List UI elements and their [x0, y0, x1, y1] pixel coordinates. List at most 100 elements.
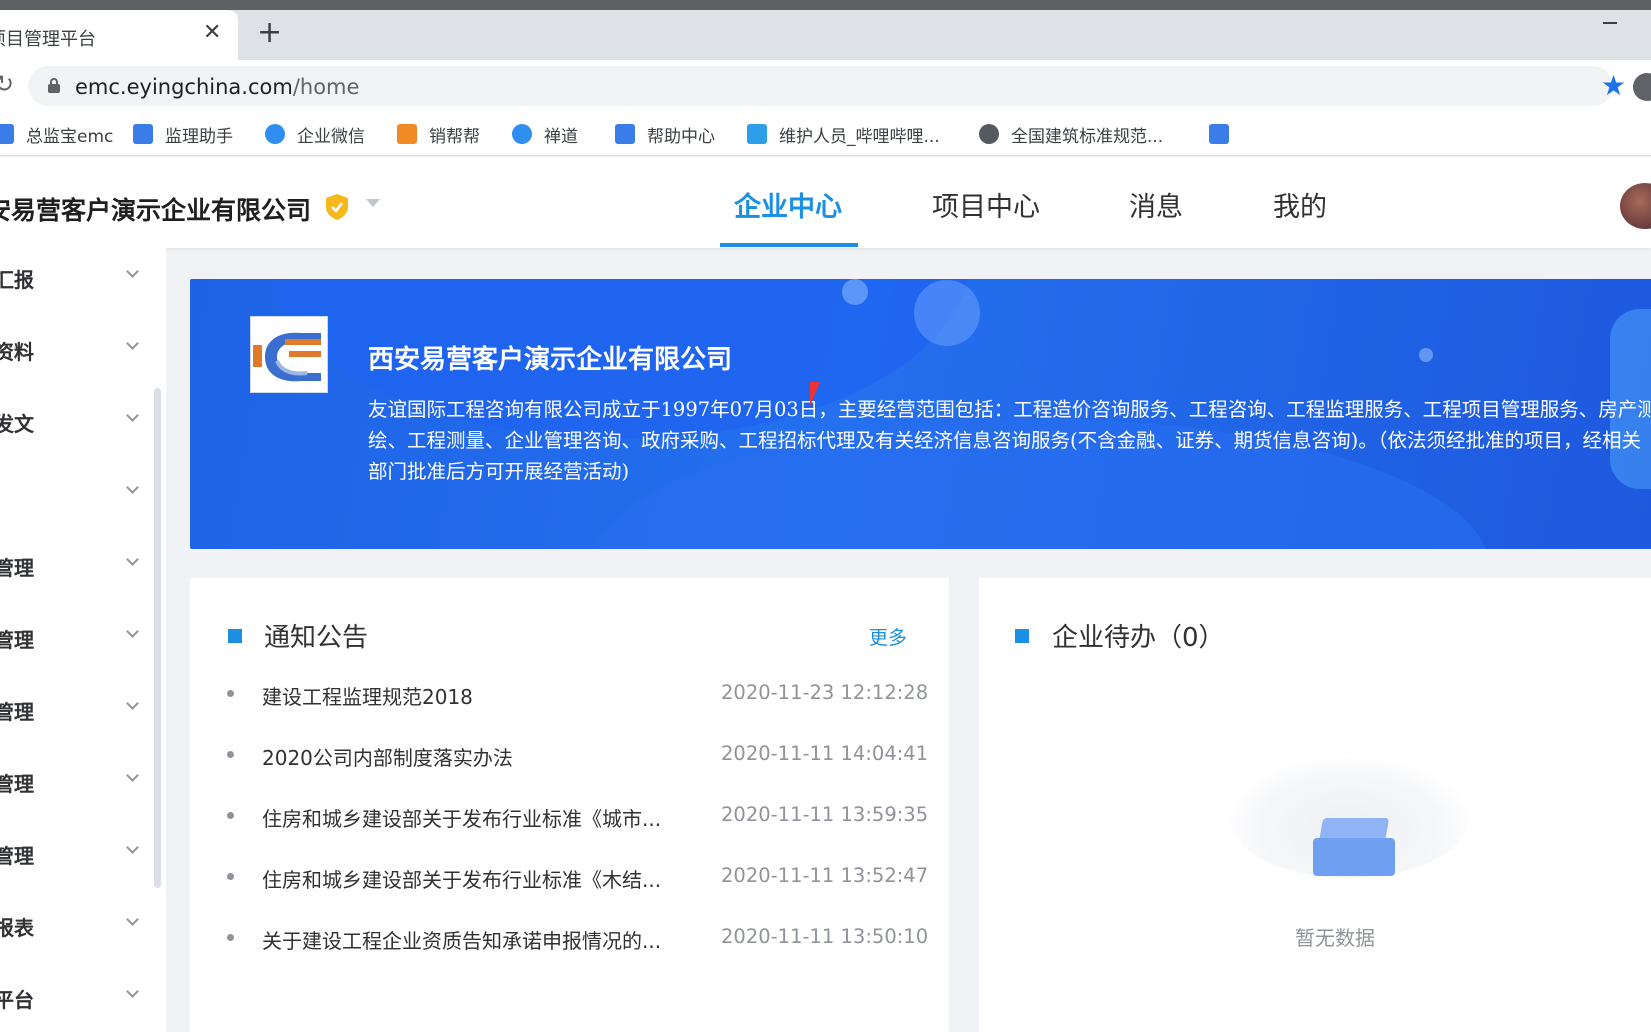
minimize-icon[interactable] — [1603, 22, 1617, 24]
notice-time: 2020-11-11 13:59:35 — [721, 803, 929, 826]
bookmark-item[interactable]: 禅道 — [512, 123, 578, 147]
sidebar-item[interactable]: 平台 — [0, 976, 160, 1016]
notice-time: 2020-11-23 12:12:28 — [721, 681, 929, 704]
company-banner: 西安易营客户演示企业有限公司 友谊国际工程咨询有限公司成立于1997年07月03… — [190, 279, 1651, 549]
empty-illustration — [1229, 748, 1469, 918]
bookmark-item[interactable]: 总监宝emc — [0, 123, 113, 147]
sidebar-item[interactable]: 管理 — [0, 544, 160, 584]
address-bar: ↻ emc.eyingchina.com/home ★ — [0, 60, 1651, 112]
window-titlebar — [0, 0, 1651, 10]
tab-title: 项目管理平台 — [0, 29, 96, 50]
bookmark-item[interactable]: 监理助手 — [133, 123, 233, 147]
nav-active-indicator — [720, 243, 858, 247]
notice-time: 2020-11-11 13:52:47 — [721, 864, 929, 887]
notice-title: 建设工程监理规范2018 — [262, 685, 473, 709]
bookmark-icon — [512, 124, 532, 144]
url-host: emc.eyingchina.com — [75, 75, 293, 99]
chevron-down-icon — [126, 841, 139, 854]
notice-title: 住房和城乡建设部关于发布行业标准《木结... — [262, 868, 662, 892]
sidebar-item[interactable]: 发文 — [0, 400, 160, 440]
wechat-work-icon — [265, 124, 285, 144]
avatar[interactable] — [1620, 183, 1651, 229]
chevron-down-icon — [126, 265, 139, 278]
chevron-down-icon — [126, 337, 139, 350]
section-marker — [1015, 629, 1029, 643]
sidebar-item[interactable]: 管理 — [0, 832, 160, 872]
url-input[interactable]: emc.eyingchina.com/home ★ — [28, 66, 1626, 106]
list-item[interactable]: 建设工程监理规范2018 2020-11-23 12:12:28 — [190, 673, 949, 713]
chevron-down-icon — [126, 553, 139, 566]
lock-icon — [48, 78, 60, 93]
reload-icon[interactable]: ↻ — [0, 70, 14, 98]
chevron-down-icon[interactable] — [366, 199, 380, 207]
globe-icon — [979, 124, 999, 144]
nav-enterprise-center[interactable]: 企业中心 — [734, 185, 842, 224]
chevron-down-icon — [126, 481, 139, 494]
browser-tab[interactable]: 项目管理平台 ✕ — [0, 10, 238, 60]
company-logo — [250, 316, 328, 393]
notices-title: 通知公告 — [264, 623, 369, 653]
company-name[interactable]: 安易营客户演示企业有限公司 — [0, 191, 311, 227]
bullet-icon — [227, 690, 234, 697]
profile-icon[interactable] — [1633, 73, 1651, 101]
bullet-icon — [227, 873, 234, 880]
app-header: 安易营客户演示企业有限公司 企业中心 项目中心 消息 我的 — [0, 157, 1651, 248]
todo-card: 企业待办（0） 暂无数据 — [979, 578, 1651, 1032]
notice-title: 住房和城乡建设部关于发布行业标准《城市... — [262, 807, 662, 831]
bookmark-item[interactable]: 企业微信 — [265, 123, 365, 147]
new-tab-button[interactable]: + — [257, 18, 282, 48]
notice-time: 2020-11-11 14:04:41 — [721, 742, 929, 765]
sidebar-item[interactable] — [0, 472, 160, 512]
bookmark-icon — [615, 124, 635, 144]
chevron-down-icon — [126, 697, 139, 710]
bookmark-icon — [133, 124, 153, 144]
banner-decoration — [914, 280, 980, 346]
banner-company-name: 西安易营客户演示企业有限公司 — [368, 345, 733, 375]
sidebar-item[interactable]: 管理 — [0, 616, 160, 656]
chevron-down-icon — [126, 625, 139, 638]
chevron-down-icon — [126, 913, 139, 926]
empty-state-text: 暂无数据 — [1295, 926, 1375, 950]
notice-title: 关于建设工程企业资质告知承诺申报情况的... — [262, 929, 662, 953]
nav-project-center[interactable]: 项目中心 — [932, 185, 1040, 224]
bookmark-item[interactable]: 维护人员_哔哩哔哩... — [747, 123, 940, 147]
notice-title: 2020公司内部制度落实办法 — [262, 746, 513, 770]
bookmark-icon — [397, 124, 417, 144]
chevron-down-icon — [126, 769, 139, 782]
sidebar-scrollbar[interactable] — [154, 388, 161, 888]
chevron-down-icon — [126, 985, 139, 998]
section-marker — [228, 629, 242, 643]
bookmark-star-icon[interactable]: ★ — [1601, 69, 1626, 102]
mouse-cursor-icon — [810, 382, 820, 406]
nav-messages[interactable]: 消息 — [1129, 185, 1183, 224]
list-item[interactable]: 住房和城乡建设部关于发布行业标准《木结... 2020-11-11 13:52:… — [190, 856, 949, 896]
sidebar-item[interactable]: 报表 — [0, 904, 160, 944]
sidebar-item[interactable]: 管理 — [0, 688, 160, 728]
sidebar-item[interactable]: 资料 — [0, 328, 160, 368]
banner-decoration — [1419, 348, 1433, 362]
bookmark-item[interactable]: 全国建筑标准规范... — [979, 123, 1163, 147]
tab-strip: 项目管理平台 ✕ + — [0, 10, 1651, 60]
empty-box-icon — [1313, 818, 1395, 876]
todo-title: 企业待办（0） — [1052, 623, 1225, 653]
list-item[interactable]: 2020公司内部制度落实办法 2020-11-11 14:04:41 — [190, 734, 949, 774]
nav-mine[interactable]: 我的 — [1273, 185, 1327, 224]
notice-time: 2020-11-11 13:50:10 — [721, 925, 929, 948]
bullet-icon — [227, 812, 234, 819]
list-item[interactable]: 关于建设工程企业资质告知承诺申报情况的... 2020-11-11 13:50:… — [190, 917, 949, 957]
bookmark-item[interactable]: 销帮帮 — [397, 123, 480, 147]
sidebar-item[interactable]: 汇报 — [0, 256, 160, 296]
banner-decoration — [842, 279, 868, 305]
bookmark-item[interactable]: 帮助中心 — [615, 123, 715, 147]
bookmark-item[interactable] — [1209, 123, 1241, 145]
bookmarks-bar: 总监宝emc 监理助手 企业微信 销帮帮 禅道 帮助中心 维护人员_哔哩哔哩..… — [0, 112, 1651, 156]
bookmark-icon — [1209, 124, 1229, 144]
chevron-down-icon — [126, 409, 139, 422]
url-path: /home — [292, 75, 360, 99]
bookmark-icon — [0, 124, 14, 144]
more-link[interactable]: 更多 — [869, 623, 907, 650]
sidebar-item[interactable]: 管理 — [0, 760, 160, 800]
sidebar: 汇报 资料 发文 管理 管理 管理 管理 管理 报表 平台 — [0, 248, 166, 1032]
list-item[interactable]: 住房和城乡建设部关于发布行业标准《城市... 2020-11-11 13:59:… — [190, 795, 949, 835]
close-icon[interactable]: ✕ — [203, 20, 221, 45]
